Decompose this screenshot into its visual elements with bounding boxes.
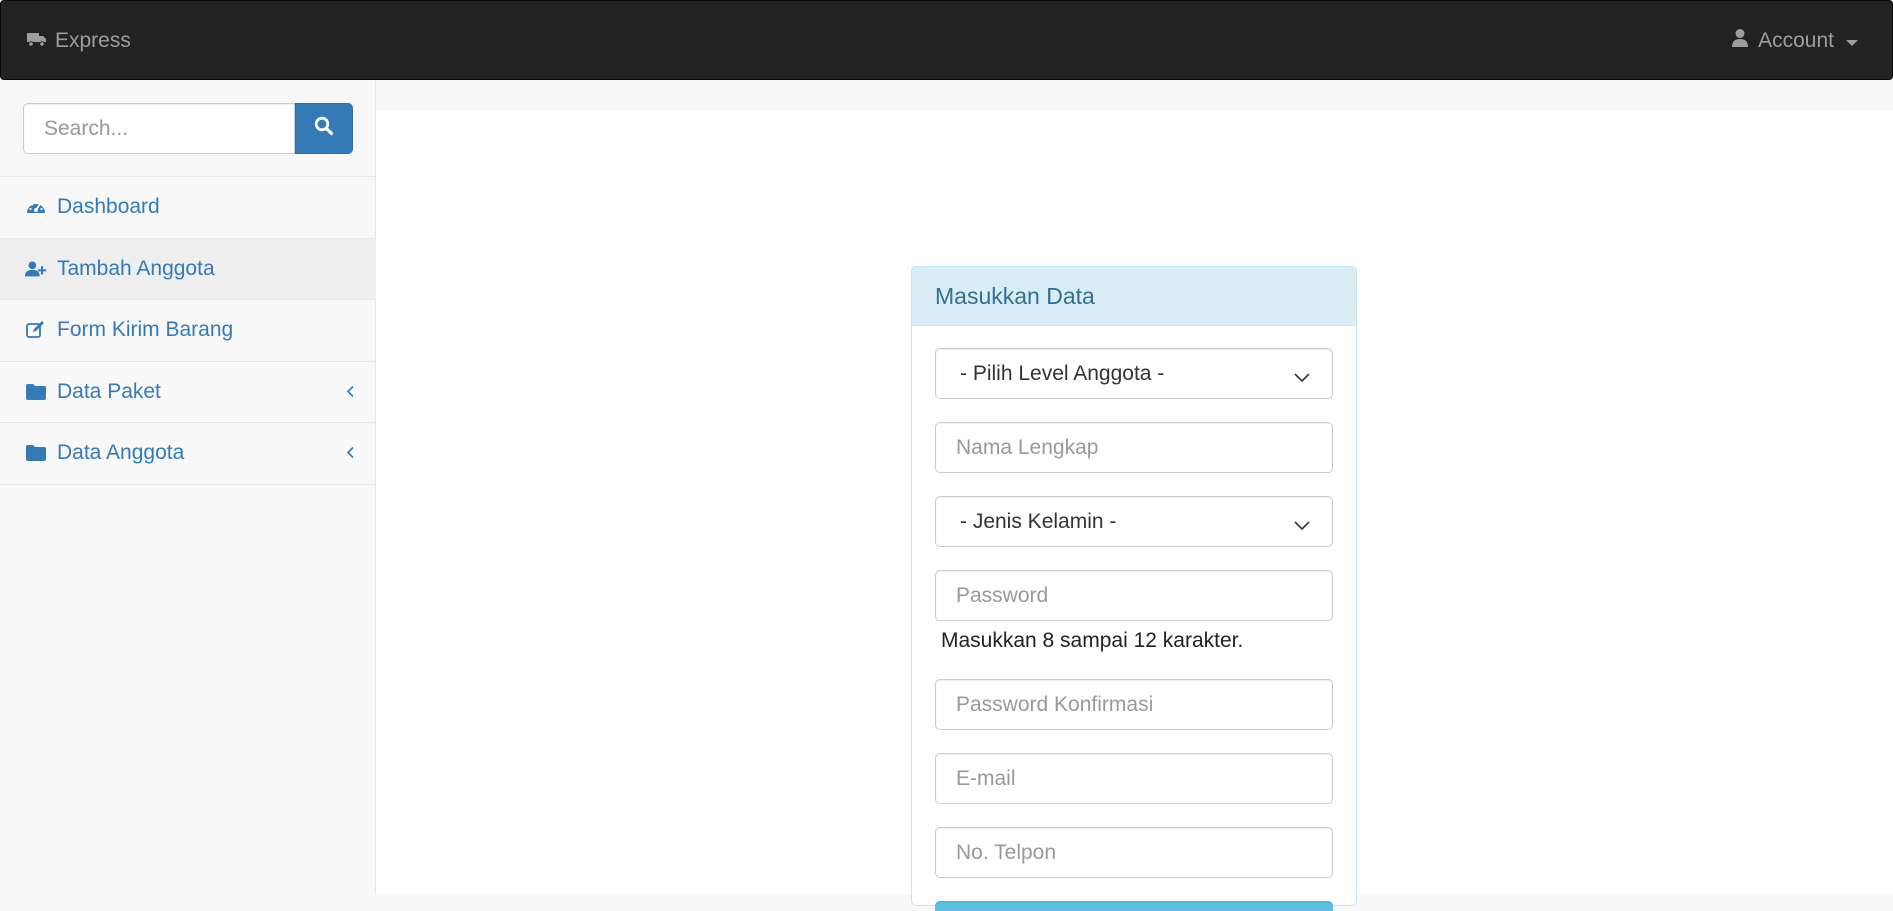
account-dropdown[interactable]: Account bbox=[1732, 28, 1858, 54]
email-input[interactable] bbox=[936, 754, 1332, 803]
search-icon bbox=[314, 116, 334, 141]
nama-lengkap-field bbox=[935, 422, 1333, 473]
level-anggota-value: - Pilih Level Anggota - bbox=[960, 361, 1165, 385]
email-field bbox=[935, 753, 1333, 804]
account-label: Account bbox=[1758, 29, 1834, 52]
chevron-left-icon bbox=[346, 381, 354, 402]
sidebar-item-data-anggota[interactable]: Data Anggota bbox=[0, 423, 376, 485]
sidebar-item-label: Dashboard bbox=[57, 195, 160, 219]
folder-icon bbox=[25, 442, 47, 464]
edit-icon bbox=[25, 319, 47, 341]
sidebar-item-label: Data Anggota bbox=[57, 441, 185, 465]
password-help-text: Masukkan 8 sampai 12 karakter. bbox=[941, 629, 1244, 652]
top-navbar: Express Account bbox=[0, 0, 1893, 80]
brand-link[interactable]: Express bbox=[27, 28, 131, 54]
user-icon bbox=[1732, 28, 1749, 54]
sidebar-item-data-paket[interactable]: Data Paket bbox=[0, 362, 376, 423]
sidebar-item-tambah-anggota[interactable]: Tambah Anggota bbox=[0, 238, 376, 300]
sidebar-search bbox=[23, 103, 353, 154]
user-plus-icon bbox=[25, 258, 47, 280]
chevron-down-icon bbox=[1294, 366, 1310, 390]
chevron-down-icon bbox=[1294, 514, 1310, 538]
jenis-kelamin-select[interactable]: - Jenis Kelamin - bbox=[935, 496, 1333, 547]
password-confirm-input[interactable] bbox=[936, 680, 1332, 729]
sidebar-item-form-kirim-barang[interactable]: Form Kirim Barang bbox=[0, 300, 376, 362]
sidebar-item-dashboard[interactable]: Dashboard bbox=[0, 177, 376, 239]
main-content: Masukkan Data - Pilih Level Anggota - - … bbox=[376, 110, 1893, 911]
chevron-left-icon bbox=[346, 443, 354, 464]
search-button[interactable] bbox=[295, 103, 353, 154]
sidebar-item-label: Data Paket bbox=[57, 379, 161, 403]
sidebar-item-label: Form Kirim Barang bbox=[57, 318, 234, 342]
submit-button[interactable] bbox=[935, 901, 1333, 911]
sidebar-menu: Dashboard Tambah Anggota Form Kirim Bara… bbox=[0, 176, 376, 485]
search-input[interactable] bbox=[23, 103, 295, 154]
panel-title: Masukkan Data bbox=[912, 267, 1356, 326]
panel-body: - Pilih Level Anggota - - Jenis Kelamin … bbox=[912, 326, 1356, 911]
jenis-kelamin-value: - Jenis Kelamin - bbox=[960, 509, 1117, 533]
brand-label: Express bbox=[55, 29, 131, 52]
sidebar-item-label: Tambah Anggota bbox=[57, 256, 215, 280]
caret-down-icon bbox=[1846, 39, 1858, 46]
truck-icon bbox=[27, 29, 47, 53]
password-confirm-field bbox=[935, 679, 1333, 730]
password-input[interactable] bbox=[936, 571, 1332, 620]
nama-lengkap-input[interactable] bbox=[936, 423, 1332, 472]
phone-input[interactable] bbox=[936, 828, 1332, 877]
dashboard-icon bbox=[25, 196, 47, 218]
phone-field bbox=[935, 827, 1333, 878]
sidebar: Dashboard Tambah Anggota Form Kirim Ba bbox=[0, 80, 376, 894]
password-field bbox=[935, 570, 1333, 621]
folder-icon bbox=[25, 381, 47, 403]
input-data-panel: Masukkan Data - Pilih Level Anggota - - … bbox=[911, 266, 1357, 911]
level-anggota-select[interactable]: - Pilih Level Anggota - bbox=[935, 348, 1333, 399]
